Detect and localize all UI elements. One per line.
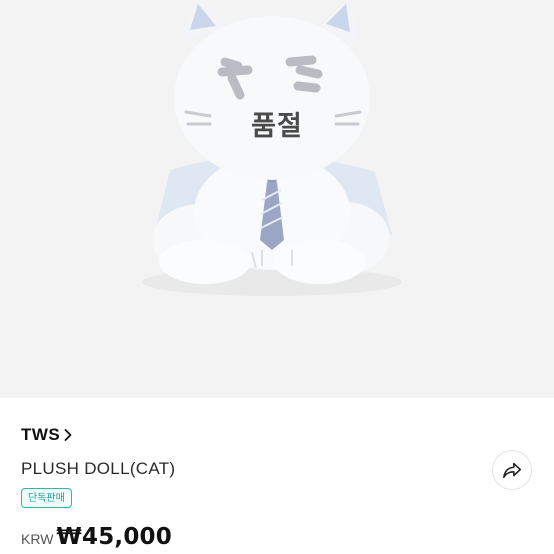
currency-code: KRW bbox=[21, 531, 54, 547]
share-icon bbox=[502, 462, 522, 479]
sold-out-label: 품절 bbox=[251, 111, 303, 142]
plush-cat-illustration bbox=[142, 0, 402, 296]
product-image[interactable]: 품절 bbox=[0, 0, 554, 398]
chevron-right-icon bbox=[64, 429, 72, 441]
share-button[interactable] bbox=[492, 450, 532, 490]
brand-link[interactable]: TWS bbox=[21, 425, 73, 445]
product-name: PLUSH DOLL(CAT) bbox=[21, 459, 176, 478]
exclusive-sale-badge: 단독판매 bbox=[21, 488, 72, 508]
brand-name: TWS bbox=[21, 425, 61, 444]
price-row: KRW ₩45,000 bbox=[21, 524, 172, 550]
product-info-panel: TWS PLUSH DOLL(CAT) 단독판매 KRW ₩45,000 bbox=[0, 398, 554, 554]
price: ₩45,000 bbox=[56, 524, 172, 550]
product-detail-page: 품절 TWS PLUSH DOLL(CAT) 단독판매 KRW ₩45,000 bbox=[0, 0, 554, 554]
